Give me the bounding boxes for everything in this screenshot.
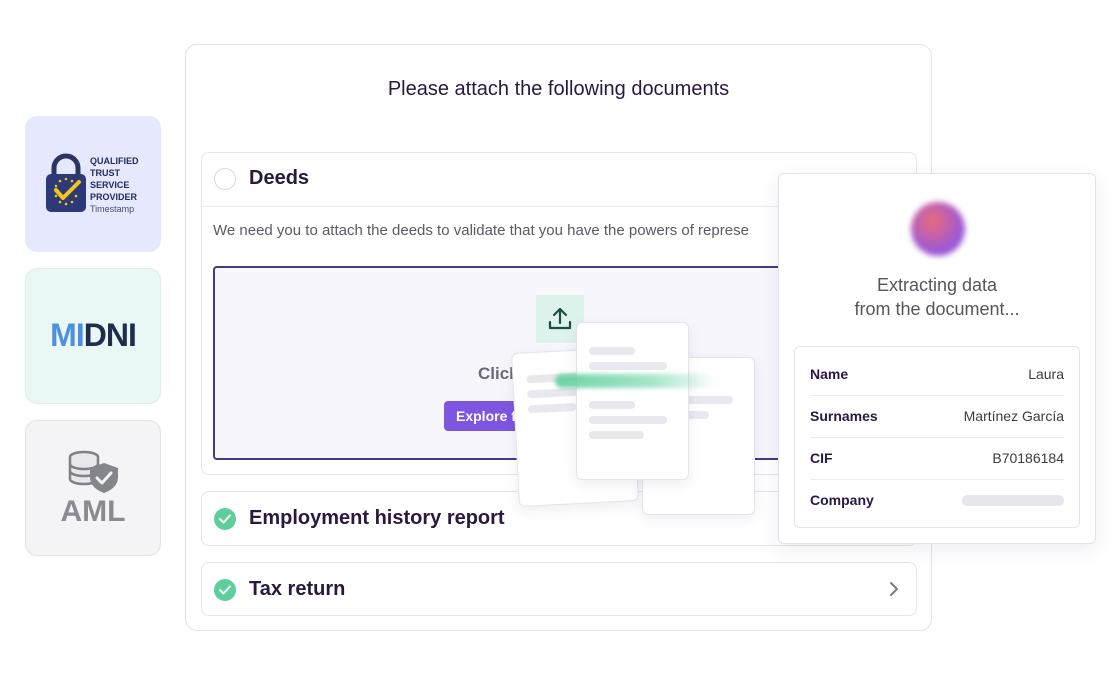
field-value: Laura bbox=[1028, 366, 1064, 382]
field-label: CIF bbox=[810, 450, 833, 466]
loading-placeholder bbox=[962, 494, 1064, 506]
document-name: Deeds bbox=[249, 167, 310, 189]
processing-orb-icon bbox=[911, 202, 965, 256]
document-card-tax-return[interactable]: Tax return bbox=[201, 562, 917, 616]
document-description: We need you to attach the deeds to valid… bbox=[213, 222, 749, 239]
check-circle-icon bbox=[214, 578, 236, 601]
field-label: Company bbox=[810, 492, 874, 508]
qtsp-label: QUALIFIED TRUST SERVICE PROVIDER Timesta… bbox=[90, 156, 139, 214]
database-shield-icon bbox=[68, 450, 118, 493]
midni-badge: MIDNI bbox=[25, 268, 161, 404]
check-circle-icon bbox=[214, 507, 236, 530]
midni-logo: MIDNI bbox=[50, 317, 137, 353]
document-name: Tax return bbox=[249, 578, 346, 600]
data-row-company: Company bbox=[810, 479, 1064, 521]
field-value: Martínez García bbox=[963, 408, 1064, 424]
lock-seal-icon bbox=[46, 153, 86, 212]
qtsp-badge: QUALIFIED TRUST SERVICE PROVIDER Timesta… bbox=[25, 116, 161, 252]
document-name: Employment history report bbox=[249, 507, 505, 529]
document-sheet-center bbox=[576, 322, 689, 480]
page-title: Please attach the following documents bbox=[387, 78, 730, 100]
extraction-status: Extracting data from the document... bbox=[854, 275, 1020, 319]
extracted-data-table: Name Laura Surnames Martínez García CIF … bbox=[794, 346, 1080, 528]
data-row-name: Name Laura bbox=[810, 353, 1064, 395]
aml-badge: AML bbox=[25, 420, 161, 556]
scan-line bbox=[555, 374, 717, 388]
pending-radio-icon bbox=[214, 167, 236, 190]
field-value: B70186184 bbox=[992, 450, 1064, 466]
field-label: Surnames bbox=[810, 408, 878, 424]
field-label: Name bbox=[810, 366, 849, 382]
data-row-surnames: Surnames Martínez García bbox=[810, 395, 1064, 437]
chevron-right-icon[interactable] bbox=[888, 579, 900, 599]
extraction-card: Extracting data from the document... Nam… bbox=[778, 173, 1096, 544]
aml-label: AML bbox=[60, 495, 126, 528]
data-row-cif: CIF B70186184 bbox=[810, 437, 1064, 479]
